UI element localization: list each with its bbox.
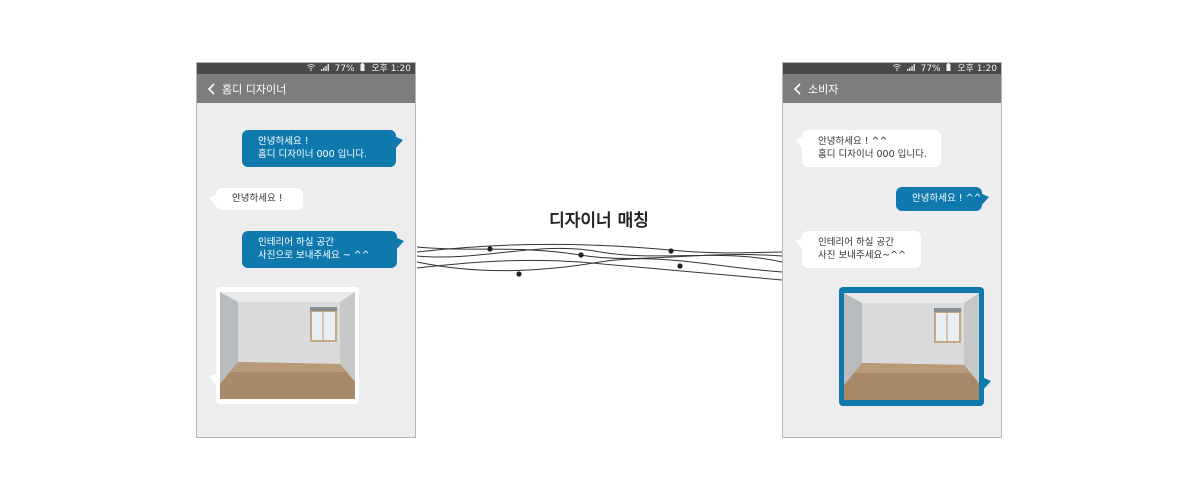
bubble-tail (980, 193, 989, 207)
connection-node (487, 246, 493, 252)
bubble-tail (395, 237, 404, 251)
matching-connection-lines (416, 243, 783, 281)
back-arrow-icon[interactable] (792, 82, 802, 95)
sent-message: 안녕하세요 ! 홈디 디자이너 000 입니다. (242, 130, 403, 167)
chat-app-bar: 소비자 (783, 74, 1001, 103)
status-bar: 77% 오후 1:20 (783, 63, 1001, 74)
connection-node (668, 248, 674, 254)
consumer-phone-screen: 77% 오후 1:20 소비자 안녕하세요 ! ^^ 홈디 디자이너 000 입… (782, 62, 1002, 438)
message-line: 인테리어 하실 공간 (818, 237, 894, 248)
connection-node (677, 263, 683, 269)
bubble-tail (209, 373, 218, 387)
battery-icon (360, 63, 368, 74)
message-line: 사진 보내주세요~^^ (818, 250, 907, 261)
message-line: 인테리어 하실 공간 (258, 237, 334, 248)
status-bar: 77% 오후 1:20 (197, 63, 415, 74)
sent-message: 인테리어 하실 공간 사진으로 보내주세요 ~ ^^ (242, 231, 404, 268)
wifi-icon (306, 64, 318, 74)
message-line: 안녕하세요 ! (258, 136, 309, 147)
signal-icon (906, 64, 918, 74)
message-line: 안녕하세요 ! (232, 193, 283, 204)
chat-app-bar: 홈디 디자이너 (197, 74, 415, 103)
received-photo-message[interactable] (209, 287, 359, 404)
back-arrow-icon[interactable] (206, 82, 216, 95)
designer-phone-screen: 77% 오후 1:20 홈디 디자이너 안녕하세요 ! 홈디 디자이너 000 … (196, 62, 416, 438)
bubble-tail (795, 237, 804, 251)
signal-icon (320, 64, 332, 74)
message-line: 홈디 디자이너 000 입니다. (818, 149, 927, 160)
battery-icon (946, 63, 954, 74)
empty-room-photo (844, 293, 979, 400)
received-message: 인테리어 하실 공간 사진 보내주세요~^^ (795, 231, 921, 268)
connection-node (578, 252, 584, 258)
received-message: 안녕하세요 ! ^^ 홈디 디자이너 000 입니다. (795, 130, 941, 167)
bubble-tail (982, 377, 991, 391)
bubble-tail (795, 136, 804, 150)
battery-percent: 77% (334, 64, 355, 74)
wifi-icon (892, 64, 904, 74)
bubble-tail (209, 194, 218, 208)
battery-percent: 77% (920, 64, 941, 74)
empty-room-photo (220, 292, 355, 399)
clock: 오후 1:20 (371, 64, 411, 74)
chat-title: 홈디 디자이너 (222, 82, 287, 96)
connection-node (516, 271, 522, 277)
clock: 오후 1:20 (957, 64, 997, 74)
bubble-tail (394, 136, 403, 150)
chat-title: 소비자 (808, 82, 839, 96)
message-line: 안녕하세요 ! ^^ (912, 193, 982, 204)
message-line: 안녕하세요 ! ^^ (818, 136, 888, 147)
sent-message: 안녕하세요 ! ^^ (896, 187, 989, 211)
message-line: 홈디 디자이너 000 입니다. (258, 149, 367, 160)
message-line: 사진으로 보내주세요 ~ ^^ (258, 250, 370, 261)
designer-matching-label: 디자이너 매칭 (549, 211, 649, 231)
received-message: 안녕하세요 ! (209, 188, 303, 210)
sent-photo-message[interactable] (839, 287, 991, 406)
